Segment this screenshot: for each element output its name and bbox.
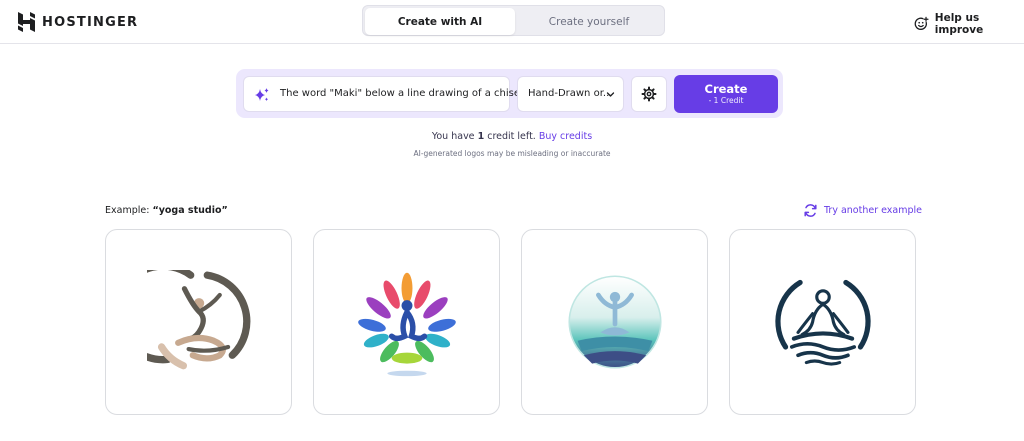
- refresh-icon: [804, 204, 817, 217]
- settings-button[interactable]: [631, 76, 667, 112]
- create-cost-label: - 1 Credit: [708, 96, 744, 105]
- help-us-improve-button[interactable]: Help us improve: [914, 12, 1024, 36]
- logo-card-4[interactable]: [729, 229, 916, 415]
- example-prefix: Example:: [105, 205, 150, 216]
- yoga-logo-navy-meditation: [774, 279, 871, 366]
- brand-name: HOSTINGER: [42, 14, 139, 30]
- chevron-down-icon: [606, 92, 615, 97]
- smiley-plus-icon: [914, 16, 929, 30]
- gear-icon: [641, 86, 657, 102]
- logo-card-3[interactable]: [521, 229, 708, 415]
- prompt-text: The word "Maki" below a line drawing of …: [280, 88, 523, 99]
- prompt-bar: The word "Maki" below a line drawing of …: [236, 69, 783, 118]
- tab-create-with-ai[interactable]: Create with AI: [365, 8, 515, 35]
- tab-create-yourself[interactable]: Create yourself: [514, 8, 664, 35]
- style-select[interactable]: Hand-Drawn or...: [517, 76, 624, 112]
- help-label: Help us improve: [934, 12, 984, 36]
- brand-logo[interactable]: HOSTINGER: [18, 12, 138, 32]
- credits-count: 1: [477, 131, 485, 142]
- credits-suffix: credit left.: [487, 131, 536, 142]
- mode-tabs: Create with AI Create yourself: [362, 5, 665, 36]
- hostinger-logo-icon: [18, 12, 35, 32]
- top-bar: HOSTINGER Create with AI Create yourself…: [0, 0, 1024, 44]
- try-label: Try another example: [824, 205, 923, 216]
- credits-prefix: You have: [431, 131, 475, 142]
- logo-card-1[interactable]: [105, 229, 292, 415]
- yoga-logo-teal-circle: [567, 275, 662, 369]
- buy-credits-link[interactable]: Buy credits: [539, 131, 592, 142]
- create-label: Create: [704, 82, 748, 96]
- create-button[interactable]: Create - 1 Credit: [674, 75, 778, 113]
- logo-card-2[interactable]: [313, 229, 500, 415]
- yoga-logo-brown-circle: [146, 270, 250, 370]
- credits-info: You have 1 credit left. Buy credits: [0, 131, 1024, 142]
- sparkle-icon: [255, 88, 269, 101]
- ai-disclaimer: AI-generated logos may be misleading or …: [413, 149, 611, 158]
- try-another-example-button[interactable]: Try another example: [803, 203, 922, 218]
- style-select-value: Hand-Drawn or...: [528, 88, 613, 99]
- example-term: “yoga studio”: [152, 205, 228, 216]
- yoga-logo-colorful-lotus: [357, 272, 456, 377]
- prompt-input[interactable]: The word "Maki" below a line drawing of …: [243, 76, 523, 112]
- example-label: Example: “yoga studio”: [105, 205, 228, 216]
